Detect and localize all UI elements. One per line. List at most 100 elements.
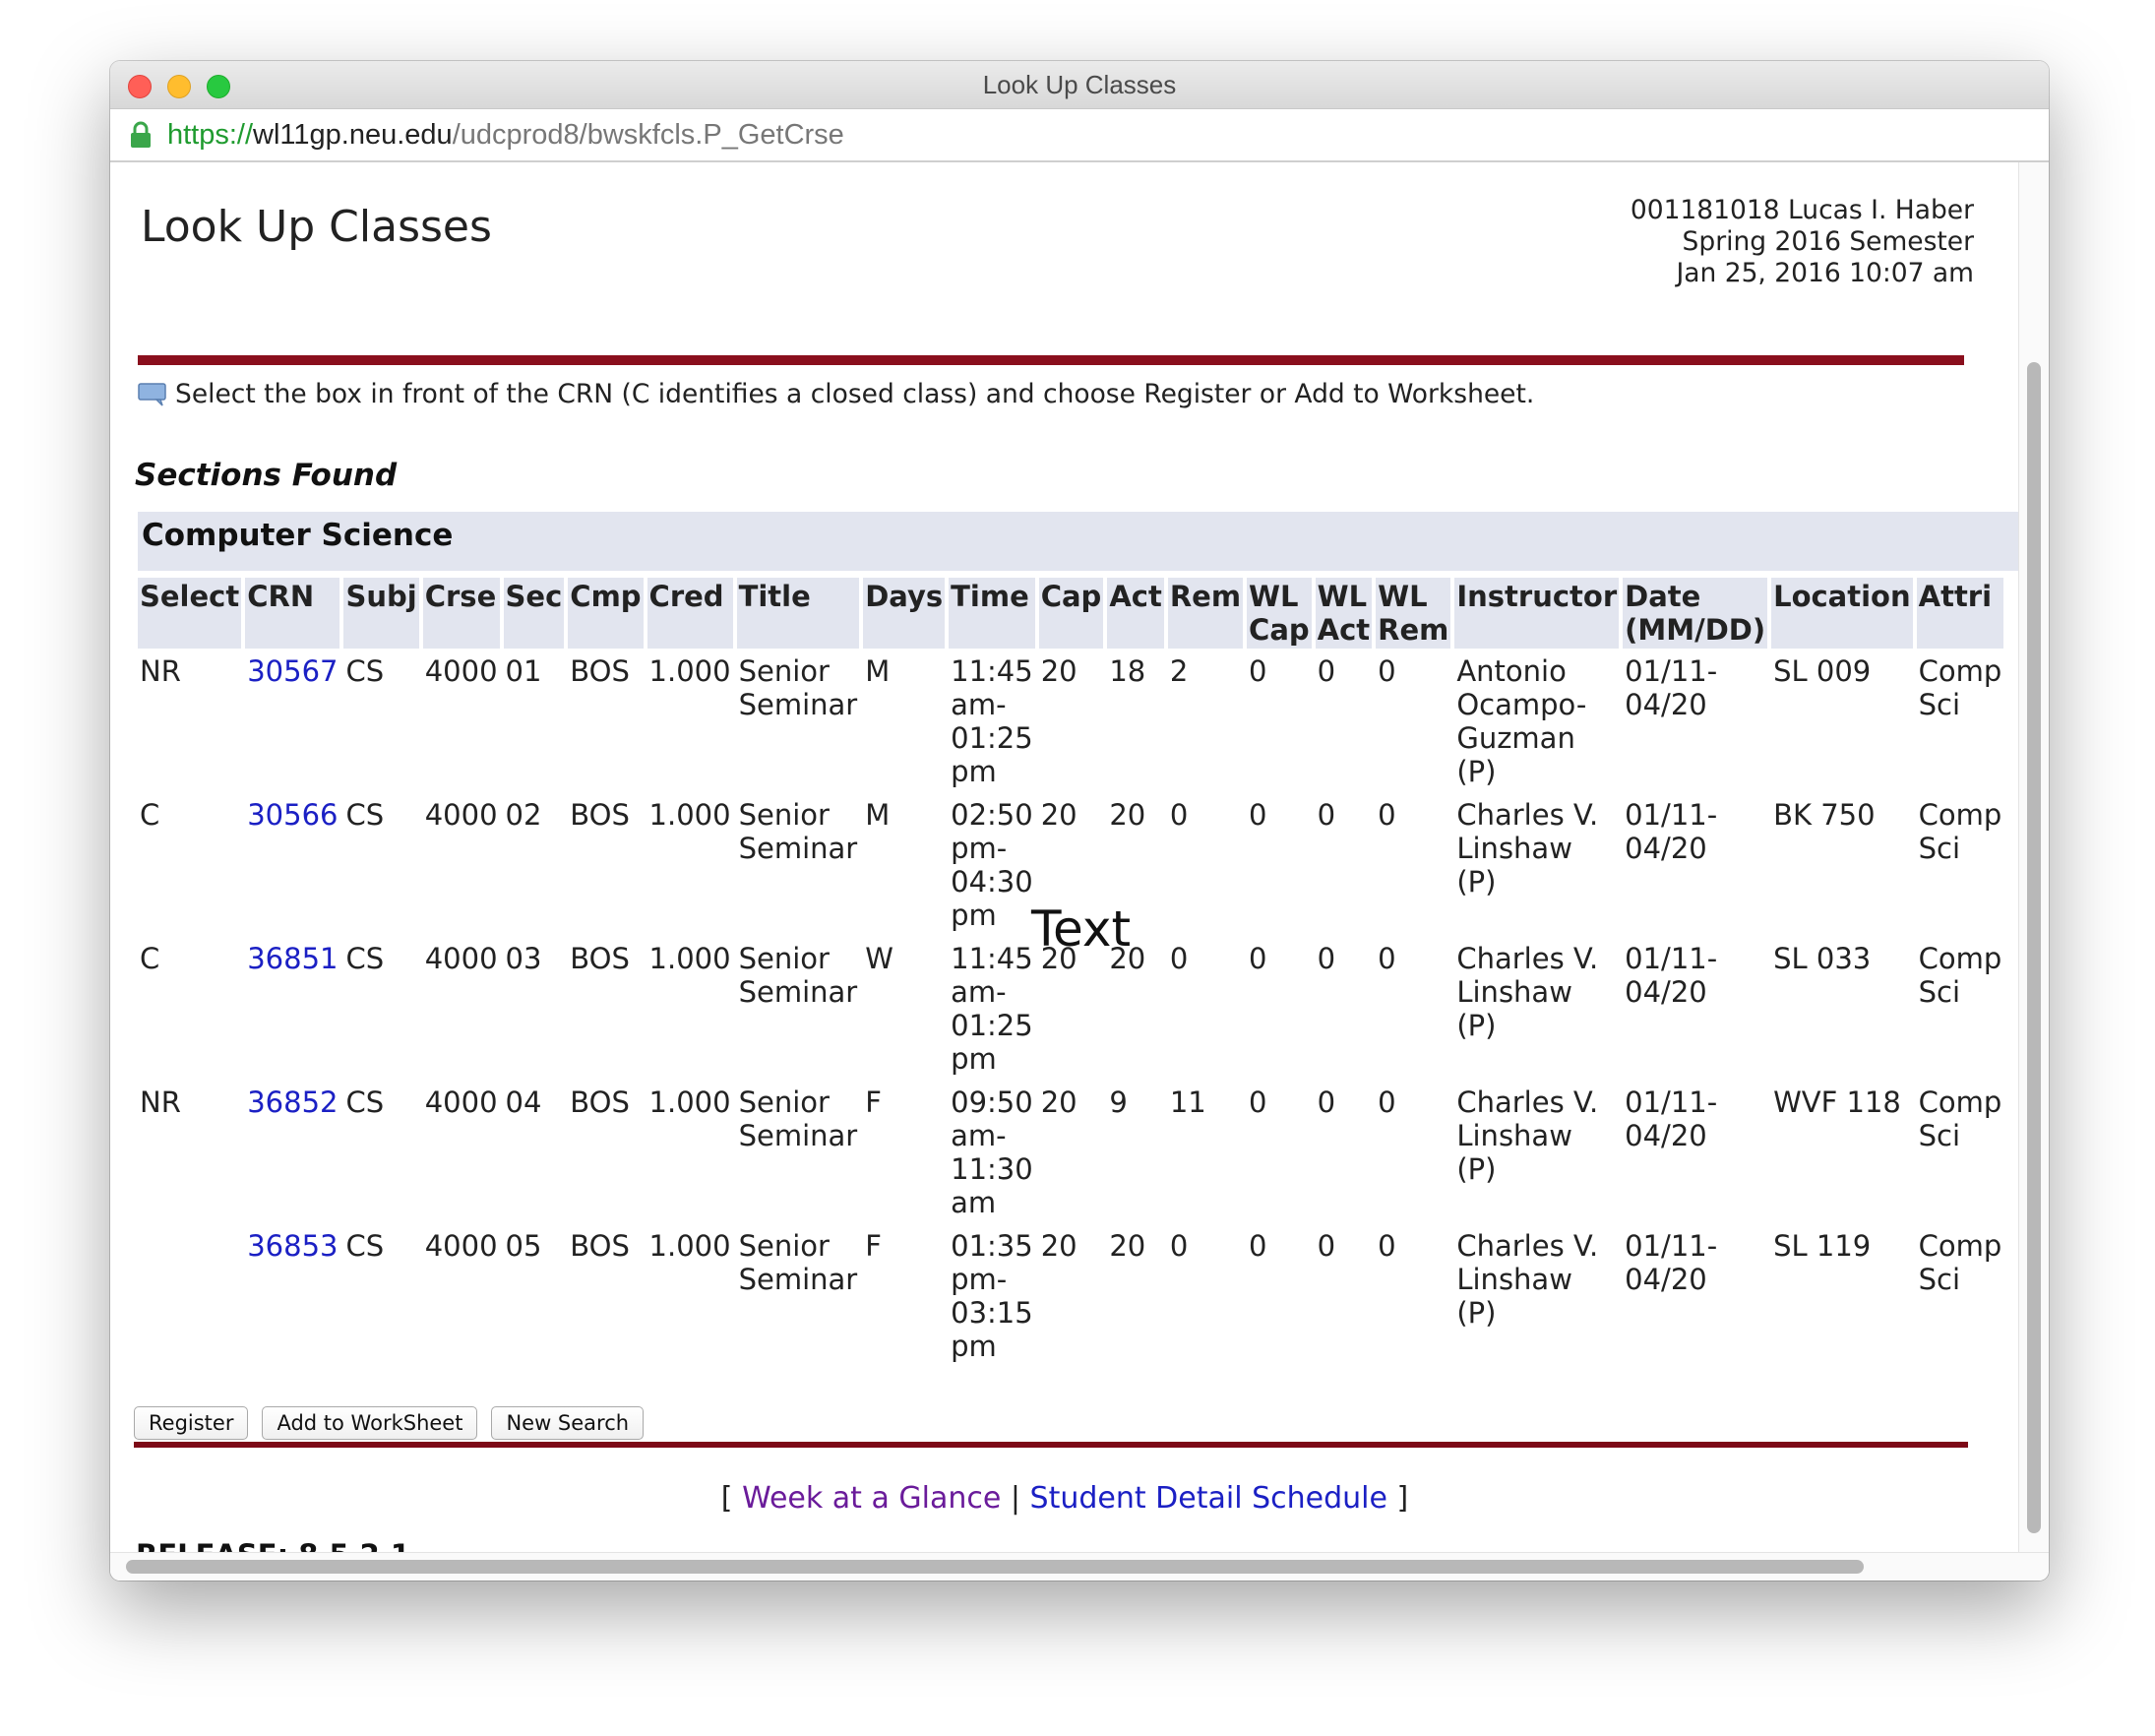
link-separator: | [1010, 1481, 1020, 1516]
col-header: Instructor [1454, 578, 1620, 649]
cap-cell: 20 [1040, 1085, 1078, 1119]
url-host: wl11gp.neu.edu [253, 119, 453, 151]
crse-cell: 4000 [424, 1229, 498, 1263]
new-search-button[interactable]: New Search [491, 1406, 645, 1440]
url-scheme: https:// [167, 119, 254, 151]
cmp-cell: BOS [570, 1229, 630, 1263]
col-header: Crse [422, 578, 500, 649]
instructor-cell: Charles V. Linshaw (P) [1456, 798, 1599, 899]
instructor-cell: Antonio Ocampo-Guzman (P) [1456, 654, 1587, 788]
title-cell: Senior Seminar [738, 1085, 858, 1152]
wl-cap-cell: 0 [1249, 942, 1267, 975]
crn-link[interactable]: 36852 [247, 1085, 338, 1119]
crn-link[interactable]: 30567 [247, 654, 338, 688]
horizontal-scroll-thumb[interactable] [126, 1560, 1864, 1574]
sec-cell: 02 [505, 798, 542, 832]
location-cell: SL 033 [1773, 942, 1872, 975]
col-header: CRN [245, 578, 340, 649]
cred-cell: 1.000 [648, 654, 731, 688]
time-cell: 02:50 pm-04:30 pm [951, 798, 1033, 932]
footer-links: [ Week at a Glance | Student Detail Sche… [110, 1481, 2019, 1516]
select-cell: C [140, 942, 160, 975]
horizontal-scrollbar[interactable] [110, 1552, 2049, 1581]
current-datetime: Jan 25, 2016 10:07 am [1676, 258, 1974, 288]
wl-act-cell: 0 [1317, 798, 1336, 832]
days-cell: M [865, 654, 891, 688]
col-header: WL Cap [1247, 578, 1312, 649]
sec-cell: 04 [505, 1085, 542, 1119]
sec-cell: 05 [505, 1229, 542, 1263]
col-header: Cap [1038, 578, 1104, 649]
crse-cell: 4000 [424, 942, 498, 975]
instructions: Select the box in front of the CRN (C id… [138, 379, 1534, 413]
url-text[interactable]: https://wl11gp.neu.edu/udcprod8/bwskfcls… [167, 119, 844, 152]
rem-cell: 0 [1169, 1229, 1189, 1263]
col-header: Days [863, 578, 946, 649]
rem-cell: 11 [1169, 1085, 1206, 1119]
title-cell: Senior Seminar [738, 798, 858, 865]
col-header: Cred [646, 578, 733, 649]
crn-cell: 30566 [245, 792, 339, 936]
subj-cell: CS [345, 1229, 385, 1263]
title-cell: Senior Seminar [738, 942, 858, 1009]
instructor-cell: Charles V. Linshaw (P) [1456, 1229, 1599, 1330]
page-title: Look Up Classes [141, 202, 492, 252]
student-detail-schedule-link[interactable]: Student Detail Schedule [1030, 1481, 1387, 1516]
attr-cell: Comp Sci [1918, 942, 2002, 1009]
sections-table: Select CRN Subj Crse Sec Cmp Cred Title … [134, 578, 2007, 1367]
time-cell: 11:45 am-01:25 pm [951, 654, 1033, 788]
address-bar[interactable]: https://wl11gp.neu.edu/udcprod8/bwskfcls… [110, 109, 2049, 162]
cred-cell: 1.000 [648, 1229, 731, 1263]
wl-rem-cell: 0 [1378, 1229, 1396, 1263]
wl-cap-cell: 0 [1249, 798, 1267, 832]
title-cell: Senior Seminar [738, 1229, 858, 1296]
col-header: WL Act [1315, 578, 1373, 649]
select-cell: C [140, 798, 160, 832]
rem-cell: 0 [1169, 942, 1189, 975]
col-header: Sec [503, 578, 565, 649]
wl-rem-cell: 0 [1378, 654, 1396, 688]
week-at-a-glance-link[interactable]: Week at a Glance [742, 1481, 1001, 1516]
col-header: Cmp [568, 578, 644, 649]
crn-link[interactable]: 36853 [247, 1229, 338, 1263]
crn-link[interactable]: 30566 [247, 798, 338, 832]
student-info: 001181018 Lucas I. Haber Spring 2016 Sem… [1631, 195, 1974, 289]
time-cell: 01:35 pm-03:15 pm [951, 1229, 1033, 1363]
cred-cell: 1.000 [648, 1085, 731, 1119]
info-bubble-icon [138, 383, 167, 413]
cred-cell: 1.000 [648, 798, 731, 832]
days-cell: M [865, 798, 891, 832]
sections-found-heading: Sections Found [135, 458, 398, 493]
col-header: Time [949, 578, 1035, 649]
days-cell: W [865, 942, 893, 975]
attr-cell: Comp Sci [1918, 654, 2002, 721]
subj-cell: CS [345, 798, 385, 832]
attr-cell: Comp Sci [1918, 1229, 2002, 1296]
vertical-scroll-thumb[interactable] [2027, 362, 2041, 1533]
days-cell: F [865, 1229, 882, 1263]
wl-rem-cell: 0 [1378, 942, 1396, 975]
days-cell: F [865, 1085, 882, 1119]
page-content: Look Up Classes 001181018 Lucas I. Haber… [110, 162, 2019, 1560]
wl-act-cell: 0 [1317, 654, 1336, 688]
overlay-text-label: Text [1031, 900, 1132, 958]
crn-link[interactable]: 36851 [247, 942, 338, 975]
add-to-worksheet-button[interactable]: Add to WorkSheet [262, 1406, 478, 1440]
subj-cell: CS [345, 942, 385, 975]
select-cell: NR [140, 654, 181, 688]
date-cell: 01/11-04/20 [1625, 654, 1718, 721]
date-cell: 01/11-04/20 [1625, 942, 1718, 1009]
window-title: Look Up Classes [982, 70, 1177, 99]
attr-cell: Comp Sci [1918, 798, 2002, 865]
col-header: Title [736, 578, 860, 649]
subject-header: Computer Science [138, 512, 2019, 571]
register-button[interactable]: Register [134, 1406, 249, 1440]
col-header: Date (MM/DD) [1623, 578, 1768, 649]
time-cell: 09:50 am-11:30 am [951, 1085, 1033, 1219]
term-label: Spring 2016 Semester [1682, 226, 1974, 257]
crn-cell: 30567 [245, 649, 339, 792]
act-cell: 20 [1109, 1229, 1146, 1263]
col-header: Location [1771, 578, 1913, 649]
cmp-cell: BOS [570, 1085, 630, 1119]
instructor-cell: Charles V. Linshaw (P) [1456, 1085, 1599, 1186]
